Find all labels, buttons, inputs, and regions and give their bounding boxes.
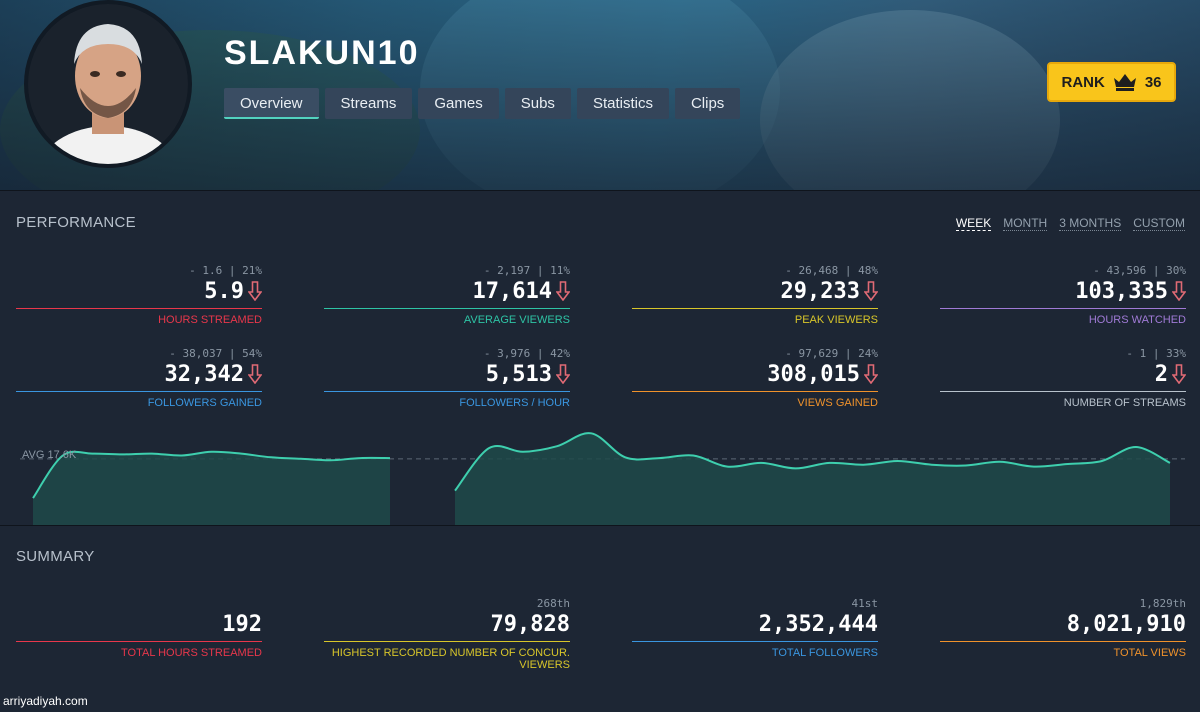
stat-number-of-streams: - 1 | 33% 2 NUMBER OF STREAMS xyxy=(940,347,1186,409)
stat-value: 5,513 xyxy=(485,361,552,387)
stat-underline xyxy=(16,391,262,392)
down-arrow-icon xyxy=(248,281,262,301)
period-month[interactable]: MONTH xyxy=(1003,216,1048,231)
down-arrow-icon xyxy=(1172,364,1186,384)
avatar-photo xyxy=(28,4,188,164)
stat-underline xyxy=(632,391,878,392)
summary-rank: 268th xyxy=(536,597,570,610)
performance-graph xyxy=(20,432,1185,526)
down-arrow-icon xyxy=(248,364,262,384)
channel-avatar[interactable] xyxy=(24,0,192,168)
stat-underline xyxy=(940,308,1186,309)
summary-total-hours-streamed: 192 TOTAL HOURS STREAMED xyxy=(16,597,262,659)
stat-views-gained: - 97,629 | 24% 308,015 VIEWS GAINED xyxy=(632,347,878,409)
period-week[interactable]: WEEK xyxy=(955,216,992,231)
stat-delta: - 1 | 33% xyxy=(1126,347,1186,360)
stat-label: HOURS WATCHED xyxy=(1088,314,1186,326)
down-arrow-icon xyxy=(556,281,570,301)
rank-label: RANK xyxy=(1061,73,1105,91)
stat-underline xyxy=(16,308,262,309)
stat-underline xyxy=(324,308,570,309)
stat-label: NUMBER OF STREAMS xyxy=(1063,397,1186,409)
summary-underline xyxy=(16,641,262,642)
watermark: arriyadiyah.com xyxy=(3,694,88,708)
summary-label: TOTAL FOLLOWERS xyxy=(771,647,878,659)
stat-followers-per-hour: - 3,976 | 42% 5,513 FOLLOWERS / HOUR xyxy=(324,347,570,409)
summary-underline xyxy=(940,641,1186,642)
tab-streams[interactable]: Streams xyxy=(324,88,413,119)
summary-label: TOTAL VIEWS xyxy=(1113,647,1186,659)
stat-delta: - 43,596 | 30% xyxy=(1093,264,1186,277)
stat-delta: - 97,629 | 24% xyxy=(785,347,878,360)
stat-value: 2 xyxy=(1154,361,1168,387)
stat-followers-gained: - 38,037 | 54% 32,342 FOLLOWERS GAINED xyxy=(16,347,262,409)
stat-value: 5.9 xyxy=(204,278,244,304)
crown-icon xyxy=(1113,74,1136,91)
summary-value: 192 xyxy=(222,611,262,637)
stat-delta: - 38,037 | 54% xyxy=(169,347,262,360)
rank-badge[interactable]: RANK 36 xyxy=(1047,62,1176,102)
stat-label: FOLLOWERS GAINED xyxy=(147,397,262,409)
down-arrow-icon xyxy=(864,281,878,301)
summary-total-followers: 41st 2,352,444 TOTAL FOLLOWERS xyxy=(632,597,878,659)
summary-rank xyxy=(16,597,262,611)
summary-underline xyxy=(324,641,570,642)
down-arrow-icon xyxy=(556,364,570,384)
summary-divider xyxy=(0,525,1200,526)
stat-average-viewers: - 2,197 | 11% 17,614 AVERAGE VIEWERS xyxy=(324,264,570,326)
summary-label: HIGHEST RECORDED NUMBER OF CONCUR. VIEWE… xyxy=(331,647,570,671)
period-custom[interactable]: CUSTOM xyxy=(1133,216,1185,231)
summary-underline xyxy=(632,641,878,642)
tab-statistics[interactable]: Statistics xyxy=(576,88,669,119)
stat-value: 32,342 xyxy=(164,361,244,387)
period-selector: WEEK MONTH 3 MONTHS CUSTOM xyxy=(955,216,1185,231)
stat-label: AVERAGE VIEWERS xyxy=(463,314,570,326)
stat-label: FOLLOWERS / HOUR xyxy=(459,397,570,409)
stat-label: VIEWS GAINED xyxy=(797,397,878,409)
summary-highest-concurrent-viewers: 268th 79,828 HIGHEST RECORDED NUMBER OF CO… xyxy=(324,597,570,671)
stat-label: PEAK VIEWERS xyxy=(794,314,878,326)
stat-hours-watched: - 43,596 | 30% 103,335 HOURS WATCHED xyxy=(940,264,1186,326)
stat-underline xyxy=(324,391,570,392)
average-label: AVG 17.6K xyxy=(22,449,77,461)
stat-value: 29,233 xyxy=(780,278,860,304)
summary-value: 2,352,444 xyxy=(758,611,878,637)
summary-label: TOTAL HOURS STREAMED xyxy=(121,647,262,659)
summary-rank: 1,829th xyxy=(1139,597,1186,610)
header-divider xyxy=(0,190,1200,191)
stat-delta: - 2,197 | 11% xyxy=(483,264,570,277)
stat-value: 308,015 xyxy=(767,361,860,387)
down-arrow-icon xyxy=(1172,281,1186,301)
down-arrow-icon xyxy=(864,364,878,384)
tab-overview[interactable]: Overview xyxy=(224,88,319,119)
stat-delta: - 1.6 | 21% xyxy=(189,264,262,277)
graph-area-2 xyxy=(455,433,1170,526)
stat-underline xyxy=(940,391,1186,392)
period-3-months[interactable]: 3 MONTHS xyxy=(1059,216,1122,231)
performance-title: PERFORMANCE xyxy=(16,214,136,231)
channel-tabs: Overview Streams Games Subs Statistics C… xyxy=(224,88,741,119)
summary-title: SUMMARY xyxy=(16,548,95,565)
stat-underline xyxy=(632,308,878,309)
stat-value: 103,335 xyxy=(1075,278,1168,304)
channel-name: SLAKUN10 xyxy=(224,34,420,72)
stat-value: 17,614 xyxy=(472,278,552,304)
tab-clips[interactable]: Clips xyxy=(674,88,741,119)
stat-peak-viewers: - 26,468 | 48% 29,233 PEAK VIEWERS xyxy=(632,264,878,326)
summary-value: 8,021,910 xyxy=(1066,611,1186,637)
summary-value: 79,828 xyxy=(490,611,570,637)
tab-games[interactable]: Games xyxy=(418,88,499,119)
graph-area-1 xyxy=(33,451,390,526)
tab-subs[interactable]: Subs xyxy=(504,88,571,119)
summary-rank: 41st xyxy=(851,597,879,610)
summary-total-views: 1,829th 8,021,910 TOTAL VIEWS xyxy=(940,597,1186,659)
rank-value: 36 xyxy=(1144,73,1162,91)
stat-label: HOURS STREAMED xyxy=(158,314,262,326)
stat-delta: - 26,468 | 48% xyxy=(785,264,878,277)
stat-delta: - 3,976 | 42% xyxy=(483,347,570,360)
stat-hours-streamed: - 1.6 | 21% 5.9 HOURS STREAMED xyxy=(16,264,262,326)
